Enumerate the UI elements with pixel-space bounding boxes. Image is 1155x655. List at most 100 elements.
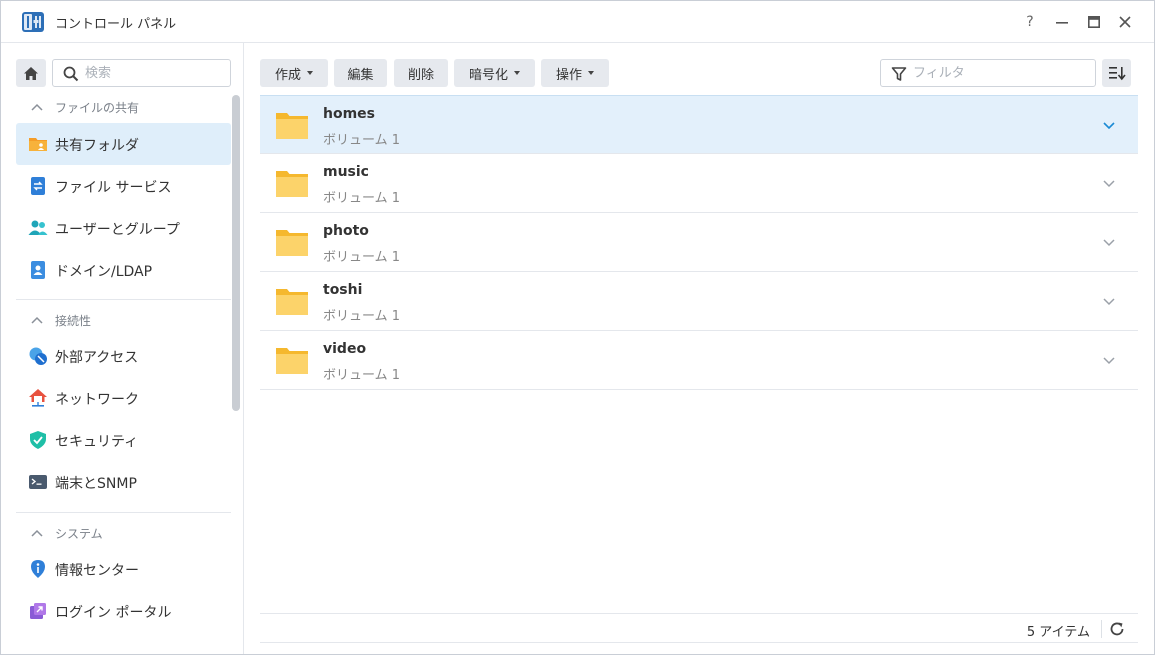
minimize-icon	[1056, 22, 1068, 24]
filter-input[interactable]	[913, 64, 1088, 82]
folder-name: photo	[323, 223, 369, 239]
sidebar-item-external-access[interactable]: 外部アクセス	[16, 335, 231, 377]
external-access-icon	[29, 347, 47, 365]
action-button[interactable]: 操作	[541, 59, 609, 87]
file-services-icon	[31, 177, 45, 195]
collapse-chevron-icon	[31, 101, 45, 114]
home-icon	[24, 66, 38, 80]
shared-folder-list: homes ボリューム 1 music ボリューム 1 photo ボリューム …	[260, 95, 1138, 390]
close-button[interactable]	[1115, 12, 1135, 32]
create-button-label: 作成	[274, 67, 301, 83]
folder-row-photo[interactable]: photo ボリューム 1	[260, 213, 1138, 272]
search-icon	[63, 66, 79, 82]
terminal-icon	[29, 475, 47, 489]
section-file-sharing[interactable]: ファイルの共有	[31, 97, 139, 117]
collapse-chevron-icon	[31, 527, 45, 540]
title-bar: コントロール パネル ?	[1, 1, 1154, 43]
action-button-label: 操作	[555, 67, 582, 83]
expand-chevron-icon[interactable]	[1100, 116, 1118, 134]
security-shield-icon	[30, 431, 46, 449]
sort-button[interactable]	[1102, 59, 1131, 87]
folder-volume: ボリューム 1	[323, 191, 401, 206]
sidebar-item-users-groups[interactable]: ユーザーとグループ	[16, 207, 231, 249]
maximize-icon	[1088, 16, 1100, 28]
sidebar: ファイルの共有 共有フォルダ ファイル サービス	[1, 43, 244, 654]
sort-icon	[1108, 67, 1126, 81]
sidebar-item-domain-ldap[interactable]: ドメイン/LDAP	[16, 249, 231, 291]
home-button[interactable]	[16, 59, 46, 87]
sidebar-item-label: ファイル サービス	[55, 180, 172, 196]
filter-box[interactable]	[880, 59, 1096, 87]
dropdown-caret-icon	[307, 71, 313, 75]
folder-icon	[276, 171, 308, 197]
section-system[interactable]: システム	[31, 523, 103, 543]
footer-separator	[1101, 620, 1102, 638]
sidebar-search[interactable]	[52, 59, 231, 87]
folder-row-video[interactable]: video ボリューム 1	[260, 331, 1138, 390]
folder-name: video	[323, 341, 367, 357]
create-button[interactable]: 作成	[260, 59, 328, 87]
sidebar-item-shared-folder[interactable]: 共有フォルダ	[16, 123, 231, 165]
dropdown-caret-icon	[514, 71, 520, 75]
sidebar-item-security[interactable]: セキュリティ	[16, 419, 231, 461]
sidebar-item-file-services[interactable]: ファイル サービス	[16, 165, 231, 207]
folder-row-homes[interactable]: homes ボリューム 1	[260, 95, 1138, 154]
encrypt-button[interactable]: 暗号化	[454, 59, 535, 87]
sidebar-item-label: 外部アクセス	[55, 350, 139, 366]
expand-chevron-icon[interactable]	[1100, 233, 1118, 251]
list-footer: 5 アイテム	[260, 613, 1138, 643]
control-panel-app-icon	[22, 12, 44, 32]
delete-button-label: 削除	[407, 67, 434, 83]
expand-chevron-icon[interactable]	[1100, 351, 1118, 369]
sidebar-item-label: ログイン ポータル	[55, 605, 172, 621]
help-button[interactable]: ?	[1020, 12, 1040, 32]
main-panel: 作成 編集 削除 暗号化 操作 フィルタ homes ボリューム 1 music…	[244, 43, 1154, 654]
maximize-button[interactable]	[1084, 12, 1104, 32]
sidebar-item-label: ネットワーク	[55, 392, 139, 408]
window-title: コントロール パネル	[55, 17, 177, 32]
expand-chevron-icon[interactable]	[1100, 174, 1118, 192]
folder-volume: ボリューム 1	[323, 133, 401, 148]
sidebar-item-terminal-snmp[interactable]: 端末とSNMP	[16, 461, 231, 503]
sidebar-item-label: 情報センター	[55, 563, 139, 579]
section-divider	[16, 512, 231, 513]
sidebar-item-label: 共有フォルダ	[55, 138, 139, 154]
filter-funnel-icon	[891, 67, 907, 81]
sidebar-scrollbar[interactable]	[232, 95, 240, 411]
users-groups-icon	[28, 220, 48, 235]
folder-volume: ボリューム 1	[323, 368, 401, 383]
expand-chevron-icon[interactable]	[1100, 292, 1118, 310]
sidebar-item-label: ユーザーとグループ	[55, 222, 180, 238]
network-icon	[29, 389, 47, 407]
folder-row-toshi[interactable]: toshi ボリューム 1	[260, 272, 1138, 331]
section-divider	[16, 299, 231, 300]
section-label: ファイルの共有	[55, 100, 140, 115]
sidebar-item-login-portal[interactable]: ログイン ポータル	[16, 590, 231, 632]
folder-name: music	[323, 164, 369, 180]
close-icon	[1119, 16, 1131, 28]
folder-icon	[276, 348, 308, 374]
folder-volume: ボリューム 1	[323, 309, 401, 324]
folder-name: toshi	[323, 282, 363, 298]
sidebar-item-network[interactable]: ネットワーク	[16, 377, 231, 419]
minimize-button[interactable]	[1052, 12, 1072, 32]
edit-button[interactable]: 編集	[334, 59, 387, 87]
domain-ldap-icon	[31, 261, 45, 279]
folder-icon	[276, 230, 308, 256]
folder-icon	[276, 289, 308, 315]
sidebar-item-label: セキュリティ	[55, 434, 139, 450]
delete-button[interactable]: 削除	[394, 59, 448, 87]
control-panel-window: コントロール パネル ? 検索 ファイルの共有 共有フォルダ ファイル サービス…	[0, 0, 1155, 655]
sidebar-search-input[interactable]	[85, 64, 225, 82]
section-label: システム	[55, 526, 103, 541]
login-portal-icon	[30, 603, 46, 619]
section-connectivity[interactable]: 接続性	[31, 310, 91, 330]
encrypt-button-label: 暗号化	[468, 67, 508, 83]
item-count: 5 アイテム	[1026, 625, 1090, 640]
sidebar-item-info-center[interactable]: 情報センター	[16, 548, 231, 590]
folder-row-music[interactable]: music ボリューム 1	[260, 154, 1138, 213]
refresh-icon[interactable]	[1108, 620, 1126, 638]
edit-button-label: 編集	[347, 67, 374, 83]
info-center-icon	[31, 560, 45, 578]
sidebar-item-label: ドメイン/LDAP	[55, 264, 153, 280]
